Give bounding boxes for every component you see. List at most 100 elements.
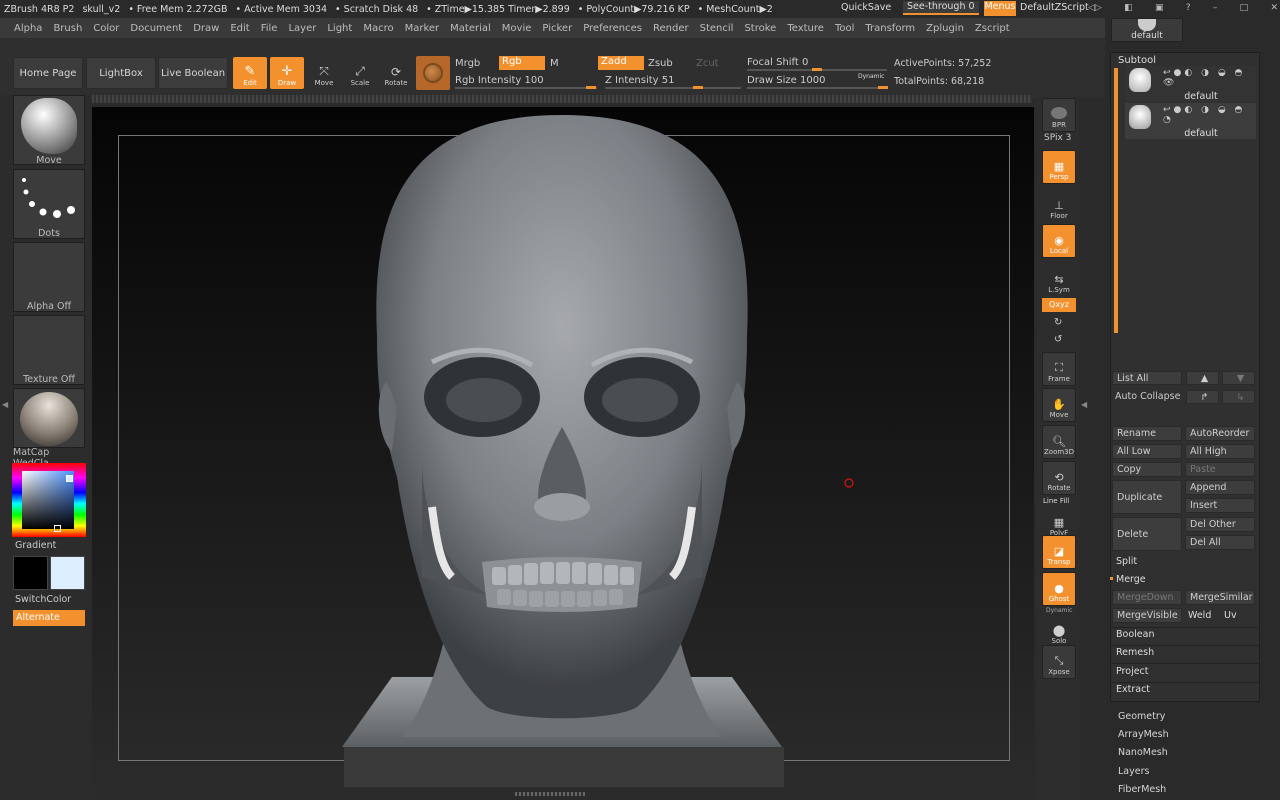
mergedown-button[interactable]: MergeDown	[1112, 590, 1182, 605]
split-section[interactable]: Split	[1116, 556, 1137, 567]
project-section[interactable]: Project	[1116, 666, 1149, 677]
menu-picker[interactable]: Picker	[542, 23, 572, 34]
rgb-button[interactable]: Rgb	[499, 56, 545, 70]
rename-button[interactable]: Rename	[1112, 426, 1182, 441]
arrow-up-button[interactable]: ▲	[1186, 371, 1219, 385]
palette-icon[interactable]: ▣	[1155, 3, 1164, 15]
layout-icon[interactable]: ◁▷	[1088, 3, 1102, 15]
move-down-button[interactable]: ↳	[1222, 390, 1255, 404]
viewport-canvas[interactable]	[92, 107, 1034, 787]
mergevisible-button[interactable]: MergeVisible	[1112, 608, 1182, 623]
help-icon[interactable]: ?	[1186, 3, 1191, 15]
menu-movie[interactable]: Movie	[502, 23, 532, 34]
copy-button[interactable]: Copy	[1112, 462, 1182, 477]
paste-button[interactable]: Paste	[1185, 462, 1255, 477]
scale-button[interactable]: ⤢ Scale	[343, 57, 377, 89]
menu-light[interactable]: Light	[327, 23, 352, 34]
menu-layer[interactable]: Layer	[288, 23, 316, 34]
polyf-button[interactable]: ▦ PolyF	[1042, 505, 1076, 539]
menu-macro[interactable]: Macro	[363, 23, 393, 34]
menu-document[interactable]: Document	[130, 23, 182, 34]
merge-section[interactable]: Merge	[1116, 574, 1146, 585]
list-all-button[interactable]: List All	[1112, 371, 1182, 385]
menu-preferences[interactable]: Preferences	[583, 23, 642, 34]
primary-color-swatch[interactable]	[50, 556, 85, 590]
move-up-button[interactable]: ↱	[1186, 390, 1219, 404]
material-tile[interactable]	[13, 388, 85, 448]
remesh-section[interactable]: Remesh	[1116, 647, 1154, 658]
z-intensity-slider[interactable]: Z Intensity 51	[605, 75, 741, 89]
del-all-button[interactable]: Del All	[1185, 535, 1255, 550]
subtool-item[interactable]: ↩●◐ ◑ ◒ ◓ 👁︎ default	[1125, 66, 1256, 102]
material-swatch-button[interactable]	[416, 56, 450, 90]
uv-toggle[interactable]: Uv	[1224, 610, 1237, 621]
all-low-button[interactable]: All Low	[1112, 444, 1182, 459]
home-page-button[interactable]: Home Page	[13, 57, 83, 89]
subtool-visibility-icons[interactable]: ↩●◐ ◑ ◒ ◓ ◔	[1163, 105, 1256, 125]
weld-toggle[interactable]: Weld	[1188, 610, 1211, 621]
menu-file[interactable]: File	[261, 23, 278, 34]
menu-zscript[interactable]: Zscript	[975, 23, 1010, 34]
fibermesh-section[interactable]: FiberMesh	[1118, 784, 1166, 795]
solo-button[interactable]: ⬤ Solo	[1042, 613, 1076, 647]
gradient-toggle[interactable]: Gradient	[15, 540, 56, 551]
alternate-button[interactable]: Alternate	[13, 610, 85, 626]
floor-button[interactable]: ⊥ Floor	[1042, 188, 1076, 222]
left-tray-toggle-icon[interactable]: ◀	[2, 400, 8, 412]
maximize-icon[interactable]: □	[1240, 3, 1249, 15]
auto-collapse-button[interactable]: Auto Collapse	[1115, 391, 1180, 402]
see-through-slider[interactable]: See-through 0	[903, 1, 979, 15]
secondary-color-swatch[interactable]	[13, 556, 48, 590]
right-tray-toggle-icon[interactable]: ◀	[1081, 400, 1087, 409]
zoom3d-button[interactable]: 🔍︎ Zoom3D	[1042, 425, 1076, 459]
delete-button[interactable]: Delete	[1112, 517, 1182, 551]
color-picker-hue-marker[interactable]	[54, 525, 61, 532]
menu-edit[interactable]: Edit	[230, 23, 249, 34]
menu-stroke[interactable]: Stroke	[744, 23, 776, 34]
m-button[interactable]: M	[550, 58, 559, 69]
del-other-button[interactable]: Del Other	[1185, 517, 1255, 532]
append-button[interactable]: Append	[1185, 480, 1255, 495]
menu-draw[interactable]: Draw	[193, 23, 219, 34]
edit-button[interactable]: ✎ Edit	[233, 57, 267, 89]
canvas-scroll-handle[interactable]	[515, 792, 585, 796]
rotate-z-icon[interactable]: ↺	[1054, 334, 1062, 345]
close-icon[interactable]: ✕	[1270, 3, 1278, 15]
duplicate-button[interactable]: Duplicate	[1112, 480, 1182, 514]
move-button[interactable]: ⤧ Move	[307, 57, 341, 89]
color-picker-marker[interactable]	[66, 475, 73, 482]
insert-button[interactable]: Insert	[1185, 498, 1255, 513]
menus-toggle[interactable]: Menus	[984, 1, 1016, 16]
color-picker[interactable]	[12, 463, 86, 537]
xyz-button[interactable]: Qxyz	[1042, 298, 1076, 312]
xpose-button[interactable]: ⤡ Xpose	[1042, 645, 1076, 679]
menu-render[interactable]: Render	[653, 23, 689, 34]
zadd-button[interactable]: Zadd	[598, 56, 644, 70]
zcut-button[interactable]: Zcut	[696, 58, 719, 69]
nanomesh-section[interactable]: NanoMesh	[1118, 747, 1168, 758]
subtool-scrollbar[interactable]	[1114, 68, 1118, 333]
current-tool-thumbnail[interactable]: default	[1111, 18, 1183, 42]
menu-color[interactable]: Color	[93, 23, 119, 34]
rgb-intensity-slider[interactable]: Rgb Intensity 100	[455, 75, 597, 89]
frame-button[interactable]: ⛶ Frame	[1042, 352, 1076, 386]
bpr-button[interactable]: BPR	[1042, 98, 1076, 132]
mergesimilar-button[interactable]: MergeSimilar	[1185, 590, 1255, 605]
menu-transform[interactable]: Transform	[865, 23, 915, 34]
layers-section[interactable]: Layers	[1118, 766, 1149, 777]
boolean-section[interactable]: Boolean	[1116, 629, 1154, 640]
lsym-button[interactable]: ⇆ L.Sym	[1042, 262, 1076, 296]
switch-color-button[interactable]: SwitchColor	[15, 594, 71, 605]
subtool-visibility-icons[interactable]: ↩●◐ ◑ ◒ ◓ 👁︎	[1163, 68, 1256, 88]
rgb-intensity-thumb[interactable]	[586, 86, 596, 89]
focal-shift-thumb[interactable]	[812, 68, 822, 71]
draw-size-thumb[interactable]	[878, 86, 888, 89]
menu-tool[interactable]: Tool	[835, 23, 854, 34]
window-controls[interactable]: ◁▷ ◧ ▣? – □ ✕	[1088, 3, 1278, 15]
rotate-view-button[interactable]: ⟲ Rotate	[1042, 461, 1076, 495]
lightbox-button[interactable]: LightBox	[86, 57, 156, 89]
menu-stencil[interactable]: Stencil	[700, 23, 734, 34]
menu-marker[interactable]: Marker	[405, 23, 440, 34]
move-view-button[interactable]: ✋ Move	[1042, 388, 1076, 422]
minimize-icon[interactable]: –	[1213, 3, 1218, 15]
